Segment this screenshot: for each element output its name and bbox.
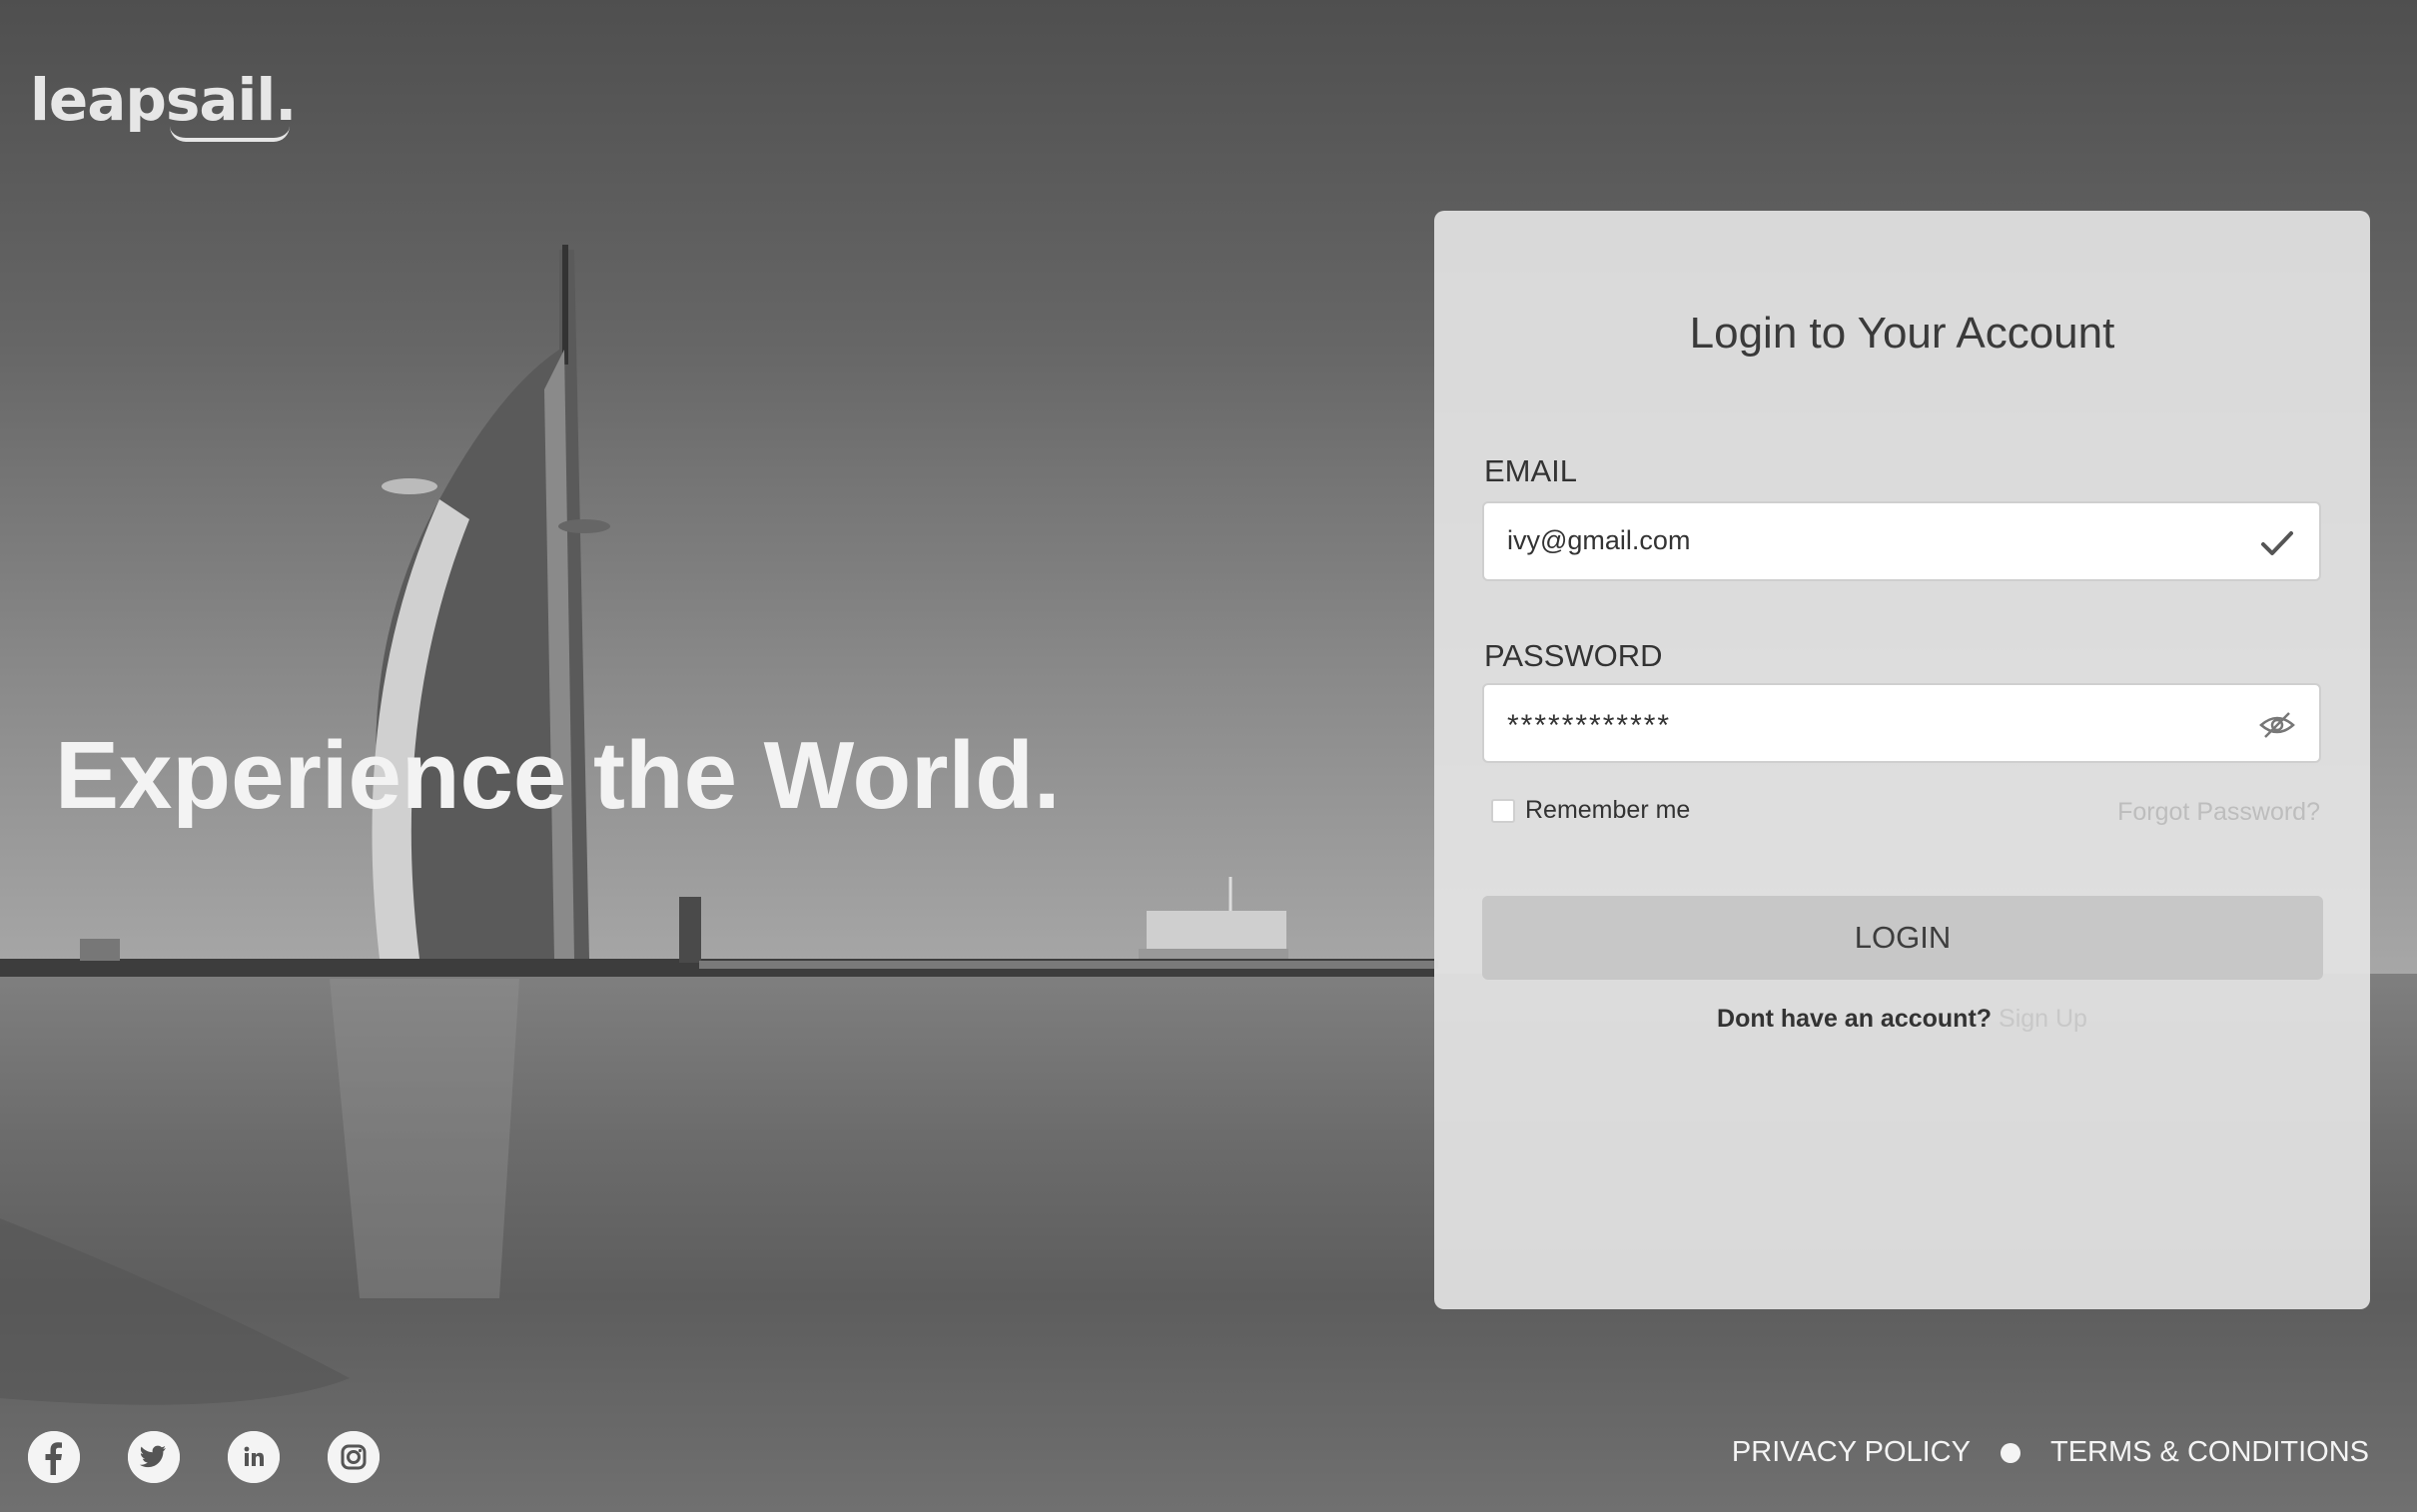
login-page: leapsail. Experience the World. Login to… — [0, 0, 2417, 1512]
twitter-icon[interactable] — [128, 1431, 180, 1483]
facebook-icon[interactable] — [28, 1431, 80, 1483]
check-icon — [2261, 531, 2293, 555]
login-button[interactable]: LOGIN — [1482, 896, 2323, 980]
email-field[interactable]: ivy@gmail.com — [1482, 501, 2321, 581]
email-value: ivy@gmail.com — [1507, 525, 1691, 555]
signup-link[interactable]: Sign Up — [1999, 1005, 2087, 1033]
remember-checkbox[interactable] — [1491, 798, 1515, 823]
login-card: Login to Your Account EMAIL ivy@gmail.co… — [1434, 211, 2370, 1309]
eye-off-icon[interactable] — [2257, 705, 2297, 745]
terms-conditions-link[interactable]: TERMS & CONDITIONS — [2050, 1436, 2369, 1469]
login-title: Login to Your Account — [1689, 309, 2115, 358]
social-links — [28, 1431, 380, 1483]
signup-prompt: Dont have an account? — [1717, 1005, 1993, 1033]
signup-row: Dont have an account? Sign Up — [1434, 1005, 2370, 1034]
brand-logo[interactable]: leapsail. — [30, 66, 297, 134]
logo-swoosh — [170, 126, 290, 142]
privacy-policy-link[interactable]: PRIVACY POLICY — [1732, 1436, 1971, 1469]
footer-links: PRIVACY POLICY TERMS & CONDITIONS — [1732, 1436, 2369, 1469]
instagram-icon[interactable] — [328, 1431, 380, 1483]
email-label: EMAIL — [1484, 453, 1578, 488]
remember-me[interactable]: Remember me — [1491, 796, 1690, 825]
hero-headline: Experience the World. — [55, 722, 1061, 829]
password-label: PASSWORD — [1484, 638, 1663, 673]
separator-dot — [2000, 1442, 2020, 1463]
remember-label: Remember me — [1525, 796, 1691, 824]
forgot-password-link[interactable]: Forgot Password? — [2117, 798, 2320, 827]
linkedin-icon[interactable] — [228, 1431, 280, 1483]
password-value: ************ — [1507, 709, 1672, 742]
password-field[interactable]: ************ — [1482, 683, 2321, 763]
